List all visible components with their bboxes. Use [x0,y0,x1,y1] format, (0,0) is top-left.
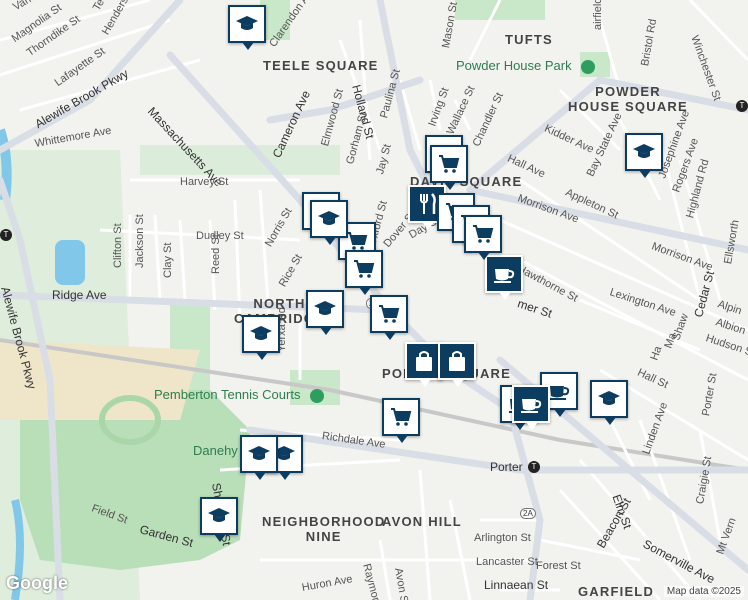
route-shield: 2A [520,508,536,519]
subway-station-icon[interactable]: T [528,461,540,473]
poi-marker-grocery[interactable] [382,398,420,443]
park-label-powder-house-park: Powder House Park [456,58,596,74]
street-label: Arlington St [474,532,531,544]
area-label-line: HOUSE SQUARE [568,99,688,114]
poi-marker-grocery[interactable] [430,145,468,190]
poi-marker-grocery[interactable] [370,295,408,340]
poi-marker-school[interactable] [228,5,266,50]
poi-marker-school[interactable] [306,290,344,335]
area-label-line: POWDER [595,84,661,99]
park-label-text: Pemberton Tennis Courts [154,387,301,402]
poi-marker-cafe[interactable] [512,385,550,430]
area-label-avon-hill: AVON HILL [382,514,462,529]
park-area [140,145,340,175]
poi-marker-cafe[interactable] [485,255,523,300]
street-label: Lancaster St [476,556,538,568]
poi-marker-school[interactable] [200,497,238,542]
poi-marker-school[interactable] [590,380,628,425]
poi-marker-school[interactable] [240,435,278,480]
water-area [55,240,85,285]
street-label: Forest St [536,560,581,572]
street-label: Clay St [162,242,174,278]
street-label: Clifton St [112,223,124,268]
street-label: Ridge Ave [52,288,107,302]
map-data-credit[interactable]: Map data ©2025 [663,586,744,597]
tree-icon [581,59,596,74]
area-label-tufts: TUFTS [505,32,553,47]
tennis-icon [310,388,325,403]
street-label: Harvey St [180,176,229,188]
area-label-garfield: GARFIELD [578,584,655,599]
poi-marker-school[interactable] [625,133,663,178]
area-label-powder-house-square: POWDER HOUSE SQUARE [568,84,688,114]
park-label-pemberton-tennis-courts: Pemberton Tennis Courts [154,387,325,403]
subway-station-icon[interactable]: T [0,229,12,241]
area-label-neighborhood-nine: NEIGHBORHOOD NINE [262,514,385,544]
map-canvas[interactable]: TUFTS TEELE SQUARE POWDER HOUSE SQUARE D… [0,0,748,600]
area-label-teele-square: TEELE SQUARE [263,58,379,73]
park-label-text: Powder House Park [456,58,572,73]
street-label: airfield Rd [592,0,604,30]
poi-marker-shopping[interactable] [438,342,476,387]
poi-marker-grocery[interactable] [464,215,502,260]
street-label: Reed St [210,234,222,274]
station-label-porter: Porter [490,460,523,474]
street-label: Jackson St [134,214,146,268]
google-logo: Google [6,573,68,593]
street-label: Linnaean St [484,578,549,592]
poi-marker-grocery[interactable] [345,250,383,295]
area-label-line: NEIGHBORHOOD [262,514,386,529]
poi-marker-school[interactable] [242,315,280,360]
area-label-line: NINE [305,529,342,544]
subway-station-icon[interactable]: T [736,100,748,112]
poi-marker-school[interactable] [310,200,348,245]
